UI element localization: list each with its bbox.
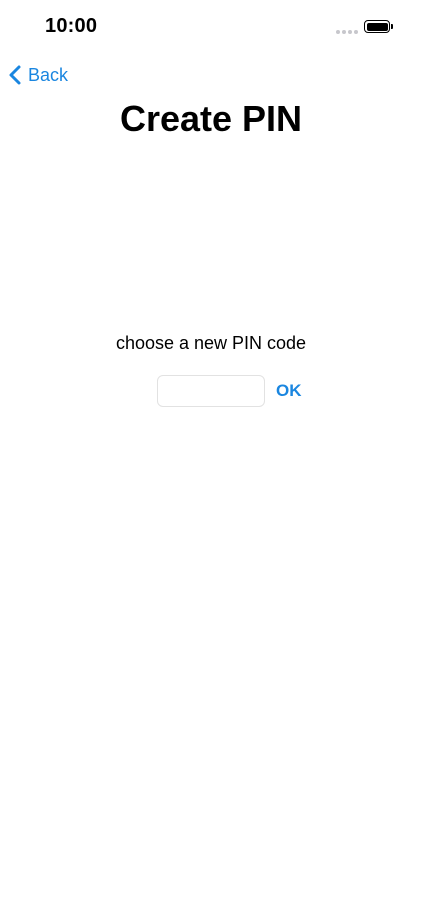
battery-icon xyxy=(364,20,390,33)
chevron-left-icon xyxy=(8,64,22,86)
pin-input[interactable] xyxy=(157,375,265,407)
battery-cap xyxy=(391,24,393,29)
status-time: 10:00 xyxy=(45,15,98,37)
status-bar: 10:00 xyxy=(0,0,422,56)
signal-dots-icon xyxy=(336,30,358,34)
back-label: Back xyxy=(28,64,69,85)
back-button[interactable]: Back xyxy=(8,62,68,88)
page-title: Create PIN xyxy=(119,98,303,139)
pin-prompt: choose a new PIN code xyxy=(115,333,307,353)
ok-button[interactable]: OK xyxy=(272,377,306,405)
